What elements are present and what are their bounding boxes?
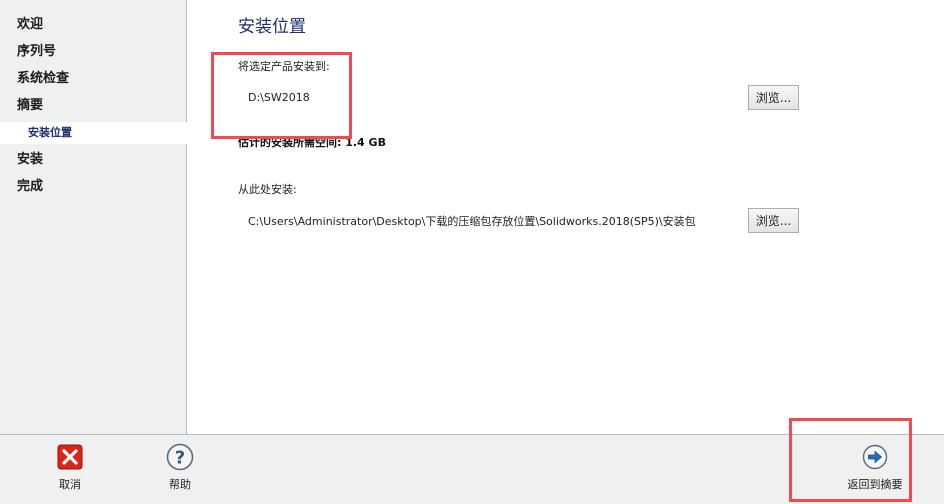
sidebar-item-install[interactable]: 安装 (17, 152, 43, 168)
arrow-right-icon (862, 444, 888, 470)
footer-bar: 取消 ? 帮助 返回到摘要 (0, 434, 944, 504)
back-to-summary-label: 返回到摘要 (847, 478, 903, 491)
install-to-label: 将选定产品安装到: (238, 60, 330, 73)
sidebar: 欢迎 序列号 系统检查 摘要 安装位置 安装 完成 (0, 0, 187, 434)
close-icon (57, 444, 83, 470)
install-from-label: 从此处安装: (238, 183, 297, 196)
browse-install-to-button[interactable]: 浏览... (748, 85, 799, 110)
sidebar-item-welcome[interactable]: 欢迎 (17, 17, 43, 33)
sidebar-item-install-location[interactable]: 安装位置 (0, 122, 187, 144)
main-panel: 安装位置 将选定产品安装到: D:\SW2018 浏览... 估计的安装所需空间… (187, 0, 944, 434)
help-button[interactable]: ? 帮助 (162, 443, 198, 492)
installer-window: 欢迎 序列号 系统检查 摘要 安装位置 安装 完成 安装位置 将选定产品安装到:… (0, 0, 944, 504)
back-to-summary-button[interactable]: 返回到摘要 (840, 444, 910, 492)
install-from-path[interactable]: C:\Users\Administrator\Desktop\下载的压缩包存放位… (248, 213, 696, 229)
sidebar-item-summary[interactable]: 摘要 (17, 98, 43, 114)
svg-text:?: ? (175, 448, 185, 469)
sidebar-item-finish[interactable]: 完成 (17, 179, 43, 195)
help-label: 帮助 (169, 478, 191, 491)
cancel-button[interactable]: 取消 (52, 444, 88, 492)
browse-install-from-button[interactable]: 浏览... (748, 208, 799, 233)
help-icon: ? (166, 443, 194, 471)
cancel-label: 取消 (59, 478, 81, 491)
sidebar-item-label: 安装位置 (28, 126, 72, 139)
estimated-space-text: 估计的安装所需空间: 1.4 GB (238, 136, 386, 149)
install-to-path[interactable]: D:\SW2018 (248, 91, 310, 104)
page-title: 安装位置 (238, 17, 306, 37)
sidebar-item-serial-number[interactable]: 序列号 (17, 44, 56, 60)
sidebar-item-system-check[interactable]: 系统检查 (17, 71, 69, 87)
